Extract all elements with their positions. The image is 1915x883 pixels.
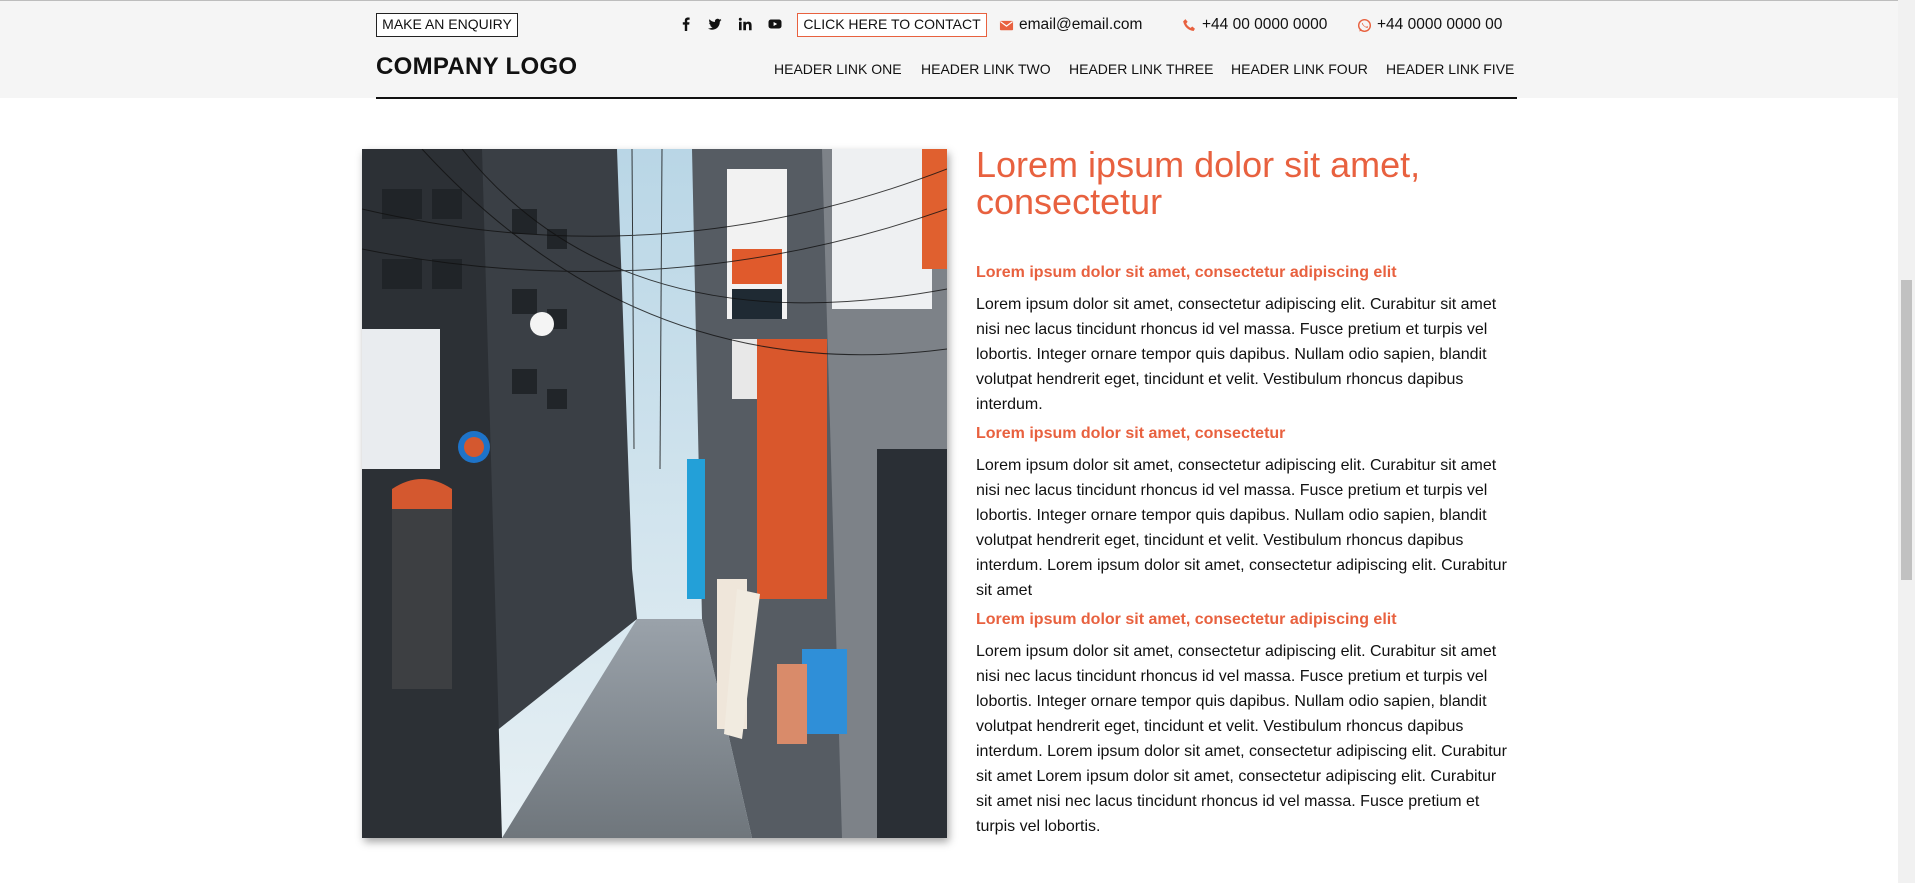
phone-link[interactable]: +44 00 0000 0000	[1182, 13, 1327, 37]
envelope-icon	[999, 20, 1014, 30]
whatsapp-text: +44 0000 0000 00	[1377, 16, 1503, 33]
youtube-icon[interactable]	[766, 15, 784, 33]
page-title: Lorem ipsum dolor sit amet, consectetur	[976, 144, 1421, 222]
email-text: email@email.com	[1019, 16, 1143, 33]
nav-link-one[interactable]: HEADER LINK ONE	[774, 61, 902, 77]
linkedin-icon[interactable]	[736, 15, 754, 33]
section-body-2: Lorem ipsum dolor sit amet, consectetur …	[976, 457, 1507, 599]
section-body-3: Lorem ipsum dolor sit amet, consectetur …	[976, 643, 1507, 835]
whatsapp-icon	[1357, 18, 1372, 32]
site-header: MAKE AN ENQUIRY CLICK HERE TO CONTACT em…	[0, 1, 1898, 99]
nav-link-three[interactable]: HEADER LINK THREE	[1069, 61, 1213, 77]
section-heading-2: Lorem ipsum dolor sit amet, consectetur	[976, 425, 1286, 442]
section-heading-1: Lorem ipsum dolor sit amet, consectetur …	[976, 264, 1397, 281]
email-link[interactable]: email@email.com	[999, 13, 1142, 37]
scrollbar-thumb[interactable]	[1901, 280, 1912, 580]
nav-link-four[interactable]: HEADER LINK FOUR	[1231, 61, 1368, 77]
contact-button[interactable]: CLICK HERE TO CONTACT	[797, 13, 987, 37]
section-heading-3: Lorem ipsum dolor sit amet, consectetur …	[976, 611, 1397, 628]
facebook-icon[interactable]	[677, 15, 695, 33]
company-logo[interactable]: COMPANY LOGO	[376, 53, 577, 81]
street-photo	[362, 149, 947, 838]
phone-icon	[1183, 18, 1195, 31]
phone-text: +44 00 0000 0000	[1202, 16, 1328, 33]
section-body-1: Lorem ipsum dolor sit amet, consectetur …	[976, 296, 1497, 413]
whatsapp-link[interactable]: +44 0000 0000 00	[1357, 13, 1502, 37]
nav-link-five[interactable]: HEADER LINK FIVE	[1386, 61, 1514, 77]
make-enquiry-button[interactable]: MAKE AN ENQUIRY	[376, 13, 518, 37]
nav-link-two[interactable]: HEADER LINK TWO	[921, 61, 1051, 77]
header-divider	[376, 97, 1517, 99]
twitter-icon[interactable]	[706, 15, 724, 33]
